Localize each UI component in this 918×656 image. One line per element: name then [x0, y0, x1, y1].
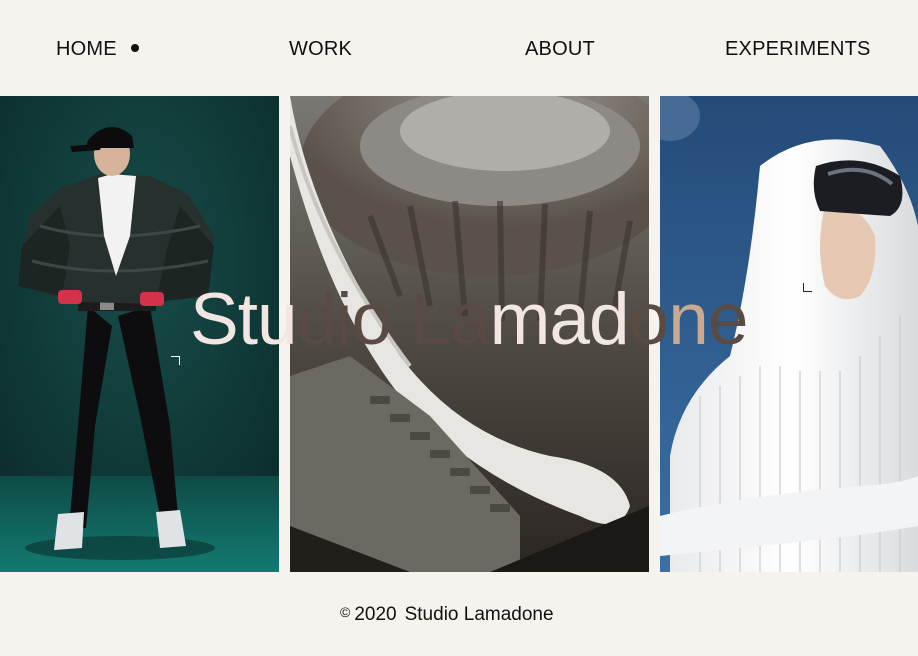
hero-title-letter: S — [190, 279, 239, 360]
hero-title-text: Studio Lamadone — [190, 279, 749, 360]
copyright-symbol: © — [340, 604, 351, 620]
hero-title-letter: m — [489, 279, 551, 360]
footer: © 2020 Studio Lamadone — [340, 603, 554, 627]
hero-title-letter: u — [257, 279, 298, 360]
hero-title-letter: t — [237, 279, 258, 360]
nav-work[interactable]: WORK — [289, 37, 352, 61]
corner-mark-left — [171, 356, 180, 365]
corner-mark-right — [803, 283, 812, 292]
active-dot-icon — [131, 44, 139, 52]
nav-about[interactable]: ABOUT — [525, 37, 595, 61]
hero-title-letter: L — [410, 279, 451, 360]
hero-title-letter — [391, 280, 410, 360]
footer-year: 2020 — [354, 604, 397, 625]
hero-title-letter: d — [588, 279, 630, 360]
hero-title-letter: a — [549, 279, 590, 360]
hero-title-letter: o — [628, 279, 670, 360]
main-nav: HOME WORK ABOUT EXPERIMENTS — [0, 0, 918, 96]
hero-title-letter: e — [707, 279, 749, 360]
hero-title: Studio Lamadone — [190, 279, 749, 360]
hero-title-letter: i — [336, 279, 352, 360]
hero-title-letter: d — [296, 279, 338, 360]
nav-experiments[interactable]: EXPERIMENTS — [725, 37, 871, 61]
footer-studio-name: Studio Lamadone — [404, 604, 554, 625]
hero-title-letter: a — [449, 279, 491, 360]
nav-home[interactable]: HOME — [56, 37, 117, 61]
hero-title-letter: n — [668, 279, 709, 360]
hero-title-letter: o — [351, 279, 392, 360]
